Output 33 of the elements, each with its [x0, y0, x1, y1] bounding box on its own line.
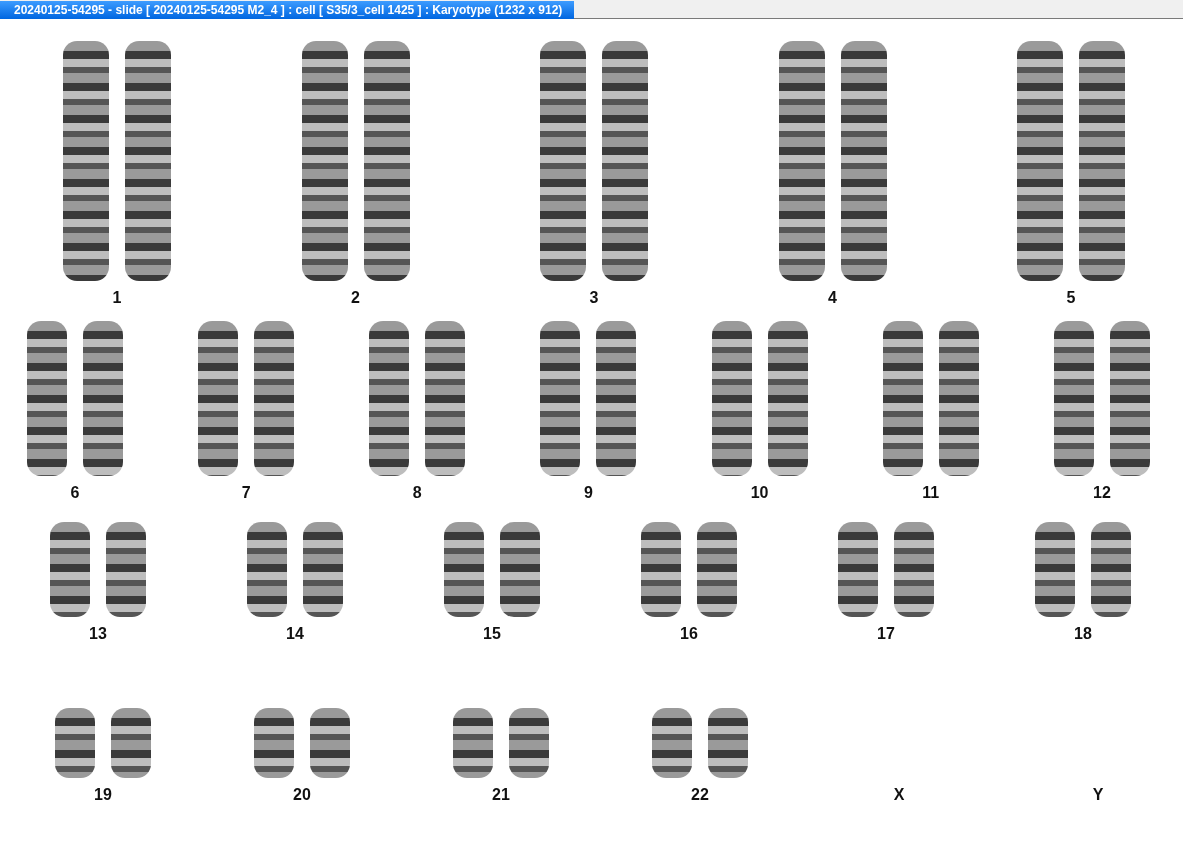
chromosome-label: 18 — [1074, 625, 1092, 643]
chromosome — [254, 708, 294, 778]
chromosome-label: 5 — [1066, 289, 1076, 307]
chromosome-label: 1 — [112, 289, 122, 307]
chromosome-label: X — [893, 786, 905, 804]
chromosome-label: 14 — [286, 625, 304, 643]
chromosome — [453, 708, 493, 778]
chromosome — [652, 708, 692, 778]
chromosome-label: 11 — [922, 484, 940, 502]
chromosome-label: 9 — [584, 484, 593, 502]
chromosome-label: 10 — [750, 484, 769, 502]
chromosome-label: 6 — [70, 484, 80, 502]
chromosome — [310, 708, 350, 778]
chromosome-label: 8 — [412, 484, 422, 502]
chromosome — [509, 708, 549, 778]
chromosome-label: 21 — [492, 786, 510, 804]
chromosome — [708, 708, 748, 778]
chromosome-label: 3 — [589, 289, 599, 307]
chromosome-label: 7 — [241, 484, 251, 502]
chromosome-label: 15 — [483, 625, 501, 643]
chromosome-label: Y — [1092, 786, 1104, 804]
chromosome-label: 12 — [1093, 484, 1111, 502]
chromosome — [111, 708, 151, 778]
chromosome-label: 19 — [94, 786, 112, 804]
chromosome-label: 16 — [680, 625, 698, 643]
chromosome-label: 20 — [293, 786, 311, 804]
window-title: 20240125-54295 - slide [ 20240125-54295 M2_4 ] : cell [ S35/3_cell 1425 ] : Karyotype (1232 x 912) — [0, 1, 575, 19]
chromosome-label: 13 — [89, 625, 107, 643]
chromosome-label: 17 — [877, 625, 895, 643]
chromosome-label: 22 — [691, 786, 709, 804]
chromosome-label: 4 — [828, 289, 837, 307]
chromosome — [55, 708, 95, 778]
chromosome-label: 2 — [351, 289, 360, 307]
